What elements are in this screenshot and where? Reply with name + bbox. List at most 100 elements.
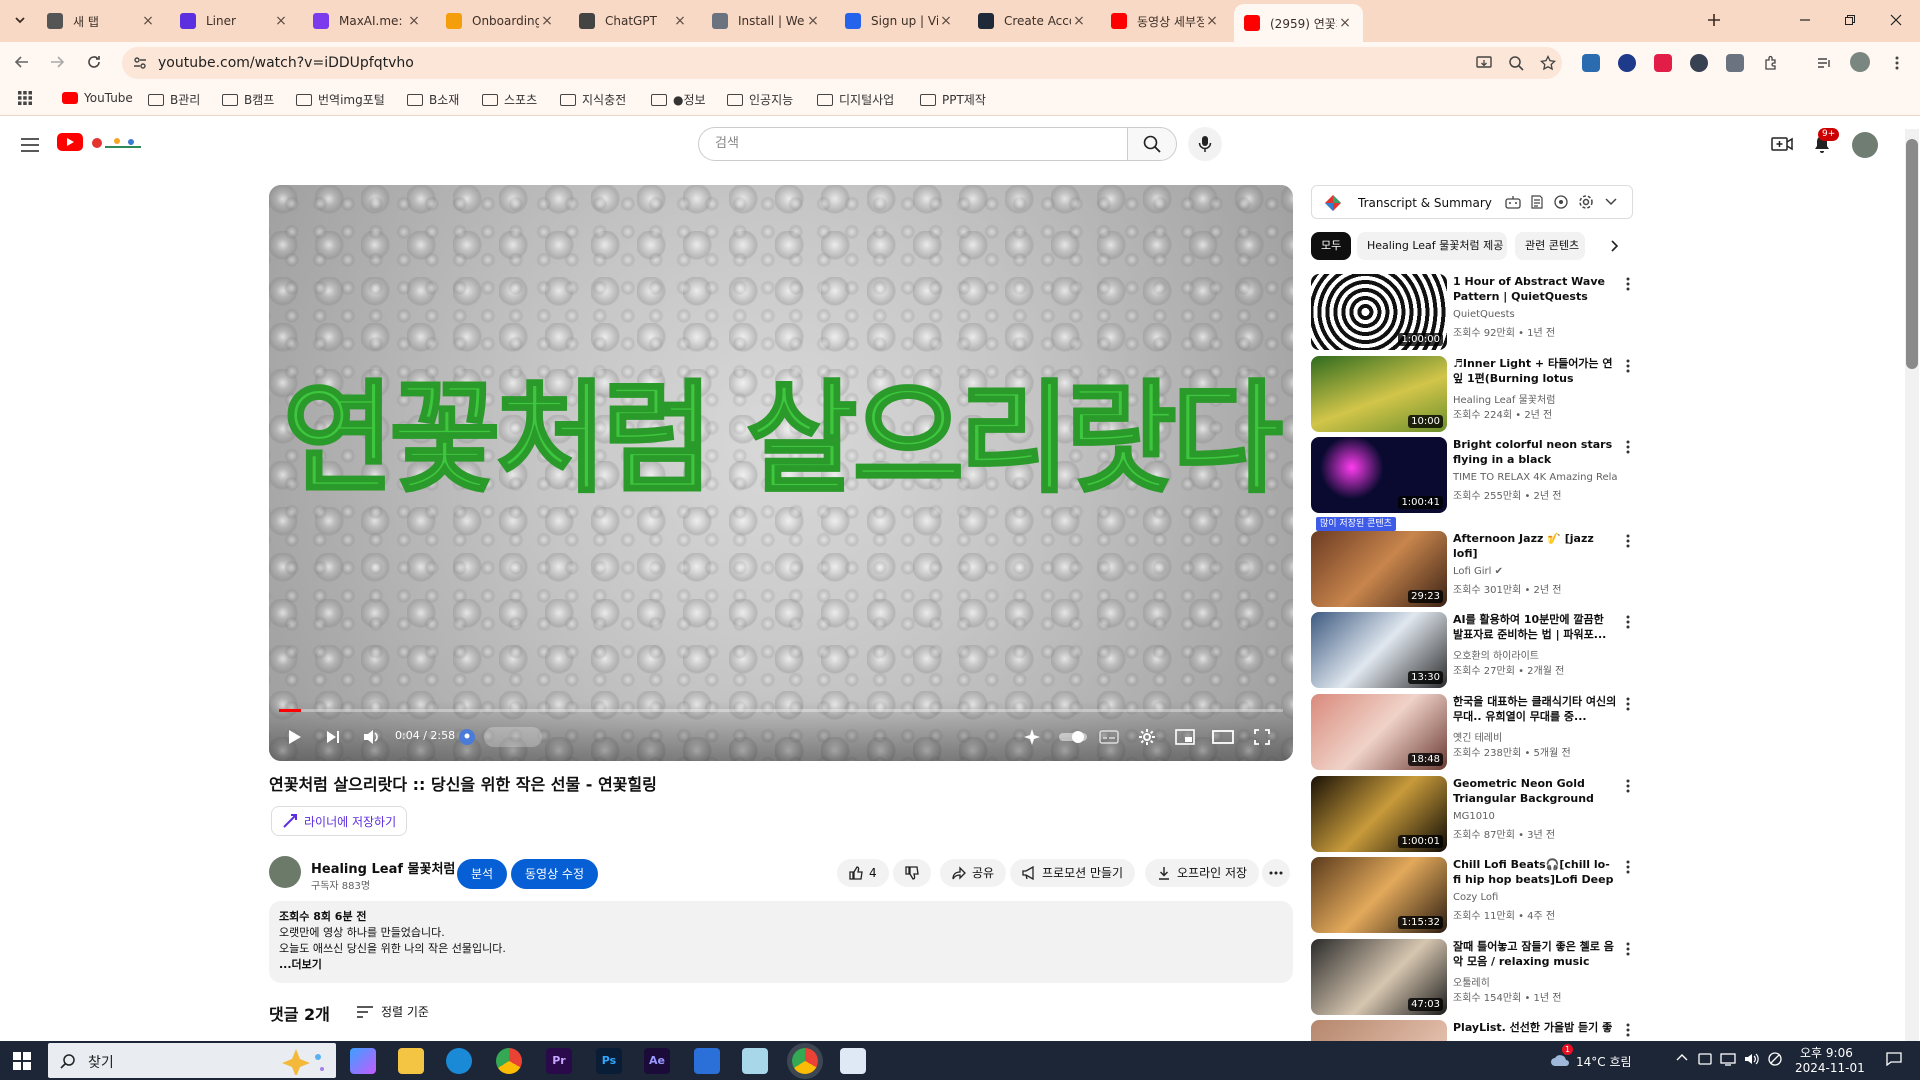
miniplayer-icon[interactable]	[1173, 725, 1197, 749]
download-button[interactable]: 오프라인 저장	[1145, 859, 1260, 887]
bookmark-5[interactable]: 스포츠	[482, 91, 537, 108]
tab-6[interactable]: Sign up | Vidow×	[835, 6, 964, 36]
tray-chevron-icon[interactable]	[1676, 1053, 1688, 1061]
minimize-icon[interactable]	[1795, 10, 1815, 30]
volume-icon[interactable]	[360, 725, 384, 749]
after-effects-icon[interactable]: Ae	[644, 1048, 670, 1074]
rec-title[interactable]: Geometric Neon Gold Triangular Backgroun…	[1453, 776, 1617, 806]
chip-all[interactable]: 모두	[1311, 232, 1352, 260]
tab-4[interactable]: ChatGPT ×	[569, 6, 698, 36]
video-thumbnail[interactable]: 1:15:32	[1311, 857, 1447, 933]
kebab-menu-icon[interactable]	[1621, 533, 1635, 549]
zoom-icon[interactable]	[1508, 55, 1524, 71]
save-to-liner-button[interactable]: 라이너에 저장하기	[271, 806, 408, 836]
kebab-menu-icon[interactable]	[1621, 941, 1635, 957]
hamburger-menu-icon[interactable]	[18, 133, 42, 157]
kebab-menu-icon[interactable]	[1621, 358, 1635, 374]
rec-title[interactable]: AI를 활용하여 10분만에 깔끔한 발표자료 준비하는 법 | 파워포...	[1453, 612, 1617, 642]
edit-video-button[interactable]: 동영상 수정	[511, 859, 599, 889]
bookmark-7[interactable]: ●정보	[651, 91, 706, 108]
tab-close-icon[interactable]: ×	[805, 13, 821, 29]
bookmark-8[interactable]: 인공지능	[727, 91, 793, 108]
dislike-button[interactable]	[893, 859, 931, 887]
clock-date[interactable]: 2024-11-01	[1795, 1061, 1865, 1075]
premiere-icon[interactable]: Pr	[546, 1048, 572, 1074]
tab-2[interactable]: MaxAI.me: Read×	[303, 6, 432, 36]
recommendation-item[interactable]: 13:30 AI를 활용하여 10분만에 깔끔한 발표자료 준비하는 법 | 파워…	[1311, 612, 1630, 688]
rec-title[interactable]: Chill Lofi Beats🎧[chill lo-fi hip hop be…	[1453, 857, 1617, 887]
site-info-icon[interactable]	[132, 55, 148, 71]
bookmark-1[interactable]: B관리	[148, 91, 200, 108]
bookmark-star-icon[interactable]	[1540, 55, 1556, 71]
tab-close-icon[interactable]: ×	[140, 13, 156, 29]
restore-icon[interactable]	[1840, 10, 1860, 30]
tab-7[interactable]: Create Account×	[968, 6, 1097, 36]
progress-bar[interactable]	[279, 709, 1283, 712]
clock-time[interactable]: 오후 9:06	[1800, 1044, 1853, 1061]
video-player[interactable]: 연꽃처럼 살으리랏다 0:04 / 2:58	[269, 185, 1293, 761]
tab-close-icon[interactable]: ×	[406, 13, 422, 29]
rec-title[interactable]: 잘때 틀어놓고 잠들기 좋은 첼로 음악 모음 / relaxing music…	[1453, 939, 1617, 969]
more-actions-icon[interactable]	[1262, 859, 1290, 887]
kebab-menu-icon[interactable]	[1621, 859, 1635, 875]
share-button[interactable]: 공유	[940, 859, 1007, 887]
tab-close-icon[interactable]: ×	[539, 13, 555, 29]
openai-icon[interactable]	[1554, 195, 1568, 209]
taskbar-search[interactable]: 찾기	[48, 1043, 336, 1078]
network-icon[interactable]	[1720, 1052, 1736, 1066]
bookmark-6[interactable]: 지식충전	[560, 91, 626, 108]
extensions-puzzle-icon[interactable]	[1762, 54, 1780, 72]
copilot-icon[interactable]	[350, 1048, 376, 1074]
fullscreen-icon[interactable]	[1250, 725, 1274, 749]
promote-button[interactable]: 프로모션 만들기	[1010, 859, 1136, 887]
close-window-icon[interactable]	[1886, 10, 1906, 30]
microphone-icon[interactable]	[1188, 127, 1222, 161]
tab-close-icon[interactable]: ×	[273, 13, 289, 29]
chip-related[interactable]: 관련 콘텐츠	[1515, 232, 1585, 260]
tab-8[interactable]: 동영상 세부정보×	[1101, 6, 1230, 36]
tab-5[interactable]: Install | WebChat×	[702, 6, 831, 36]
pin-app-icon[interactable]	[694, 1048, 720, 1074]
media-control-icon[interactable]	[1815, 54, 1833, 72]
scrollbar-thumb[interactable]	[1906, 139, 1918, 369]
forward-icon[interactable]	[45, 50, 69, 74]
rec-title[interactable]: 한국을 대표하는 클래식기타 여신의 무대.. 유희열이 무대를 중...	[1453, 694, 1617, 724]
tab-close-icon[interactable]: ×	[938, 13, 954, 29]
recommendation-item[interactable]: 10:00 ♬Inner Light + 타들어가는 연잎 1편(Burning …	[1311, 356, 1630, 432]
video-thumbnail[interactable]: 29:23	[1311, 531, 1447, 607]
rec-channel[interactable]: TIME TO RELAX 4K Amazing Relaxin...	[1453, 472, 1617, 483]
sort-button[interactable]: 정렬 기준	[357, 1003, 429, 1020]
install-app-icon[interactable]	[1476, 55, 1492, 71]
rec-channel[interactable]: Cozy Lofi	[1453, 892, 1617, 903]
robot-icon[interactable]	[1505, 195, 1521, 209]
bookmark-10[interactable]: PPT제작	[920, 91, 986, 108]
recommendation-item[interactable]: 1:00:41 Bright colorful neon stars flying…	[1311, 437, 1630, 513]
tab-1[interactable]: Liner ×	[170, 6, 299, 36]
kebab-menu-icon[interactable]	[1621, 439, 1635, 455]
tab-close-icon[interactable]: ×	[672, 13, 688, 29]
extension-1-icon[interactable]	[1582, 54, 1600, 72]
url-text[interactable]: youtube.com/watch?v=iDDUpfqtvho	[158, 55, 414, 71]
autoplay-toggle-icon[interactable]	[1057, 725, 1089, 749]
transcript-doc-icon[interactable]	[1530, 195, 1544, 209]
create-video-icon[interactable]	[1770, 132, 1794, 156]
next-icon[interactable]	[321, 725, 345, 749]
channel-avatar[interactable]	[269, 856, 301, 888]
kebab-menu-icon[interactable]	[1621, 696, 1635, 712]
video-thumbnail[interactable]: 1:00:41	[1311, 437, 1447, 513]
rec-channel[interactable]: QuietQuests	[1453, 309, 1617, 320]
video-thumbnail[interactable]: 10:00	[1311, 356, 1447, 432]
bookmark-3[interactable]: 번역img포털	[296, 91, 385, 108]
chapter-chip[interactable]	[484, 727, 542, 747]
app-window-icon[interactable]	[840, 1048, 866, 1074]
channel-name[interactable]: Healing Leaf 물꽃처럼	[311, 858, 455, 877]
profile-avatar[interactable]	[1850, 52, 1870, 72]
bookmark-4[interactable]: B소재	[407, 91, 459, 108]
bookmark-0[interactable]: YouTube	[62, 91, 133, 105]
address-bar[interactable]: youtube.com/watch?v=iDDUpfqtvho	[122, 47, 1562, 79]
rec-channel[interactable]: 오툴레히	[1453, 974, 1617, 989]
kebab-menu-icon[interactable]	[1621, 778, 1635, 794]
subtitles-icon[interactable]	[1097, 725, 1121, 749]
rec-title[interactable]: Afternoon Jazz 🎷 [jazz lofi]	[1453, 531, 1617, 561]
reload-icon[interactable]	[82, 50, 106, 74]
